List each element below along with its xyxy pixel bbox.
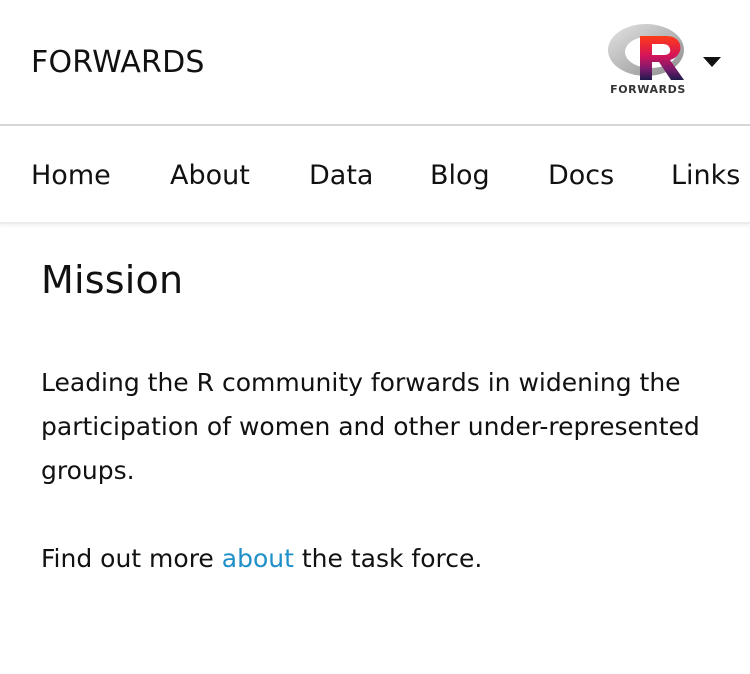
nav-item-docs[interactable]: Docs [548, 159, 614, 193]
mission-paragraph: Leading the R community forwards in wide… [41, 368, 700, 485]
nav-item-home[interactable]: Home [31, 159, 111, 193]
nav-item-data[interactable]: Data [309, 159, 373, 193]
page-title: Mission [41, 258, 184, 302]
logo-wordmark: FORWARDS [610, 83, 686, 96]
r-logo-graphic [608, 24, 684, 80]
caret-down-icon[interactable] [700, 52, 724, 72]
nav-item-about[interactable]: About [170, 159, 250, 193]
about-link[interactable]: about [222, 544, 294, 573]
site-header: FORWARDS FORWARDS [0, 0, 750, 126]
find-out-more-paragraph: Find out more about the task force. [41, 537, 721, 581]
nav-item-blog[interactable]: Blog [430, 159, 490, 193]
main-navigation: Home About Data Blog Docs Links [0, 128, 750, 224]
find-out-more-prefix: Find out more [41, 544, 222, 573]
nav-item-links[interactable]: Links [671, 159, 740, 193]
site-title[interactable]: FORWARDS [31, 43, 205, 83]
main-content: Mission Leading the R community forwards… [41, 252, 721, 573]
find-out-more-suffix: the task force. [293, 544, 483, 573]
r-forwards-logo-icon[interactable]: FORWARDS [604, 22, 692, 100]
